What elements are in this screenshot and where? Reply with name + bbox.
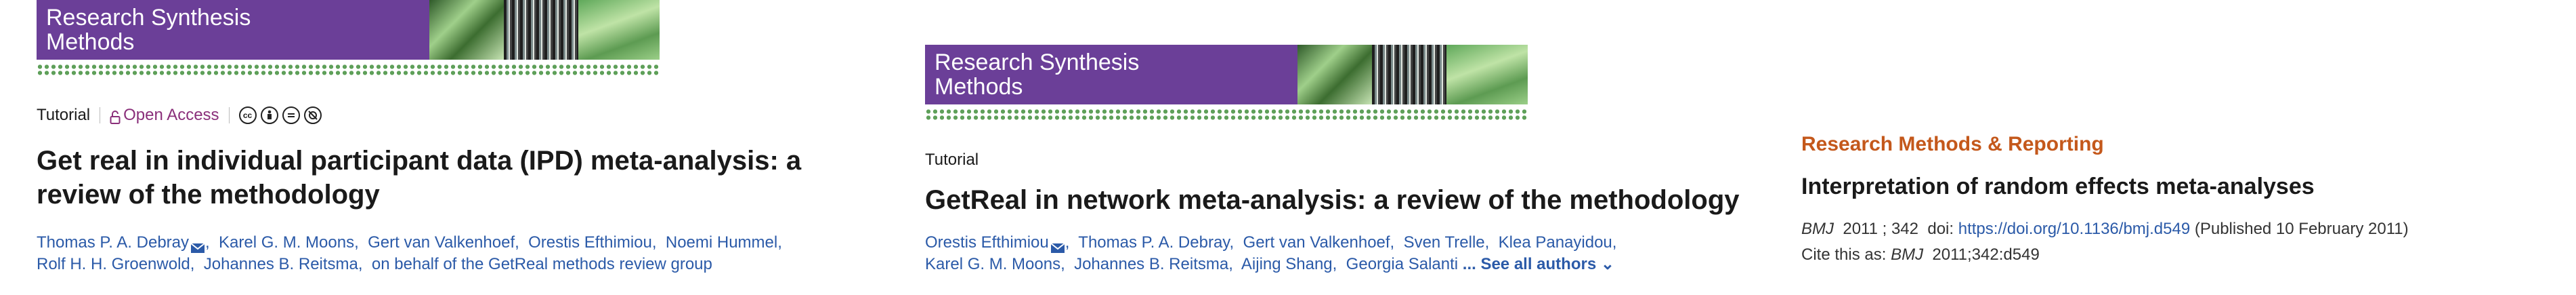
author-link[interactable]: Thomas P. A. Debray, [1078, 233, 1234, 252]
published-date: (Published 10 February 2011) [2194, 220, 2409, 238]
journal-banner[interactable]: Research Synthesis Methods [37, 0, 660, 80]
nc-icon [282, 106, 300, 124]
author-link[interactable]: Karel G. M. Moons, [925, 255, 1065, 273]
author-link[interactable]: Thomas P. A. Debray, [37, 233, 210, 253]
author-link[interactable]: Orestis Efthimiou, [925, 233, 1069, 253]
cite-as-line: Cite this as: BMJ 2011;342:d549 [1801, 242, 2560, 268]
doi-link[interactable]: https://doi.org/10.1136/bmj.d549 [1958, 220, 2190, 238]
author-list: Thomas P. A. Debray, Karel G. M. Moons, … [37, 232, 910, 275]
article-panel-ipd: Research Synthesis Methods Tutorial Open… [37, 0, 910, 275]
journal-banner[interactable]: Research Synthesis Methods [925, 45, 1528, 125]
citation-line: BMJ 2011 ; 342 doi: https://doi.org/10.1… [1801, 216, 2560, 242]
author-link[interactable]: Gert van Valkenhoef, [1243, 233, 1395, 252]
see-all-authors-button[interactable]: ... See all authors ⌄ [1463, 255, 1614, 273]
author-link[interactable]: Sven Trelle, [1404, 233, 1490, 252]
article-type: Tutorial [37, 106, 91, 124]
dot-strip [37, 64, 660, 76]
open-lock-icon [110, 110, 121, 124]
chevron-down-icon: ⌄ [1600, 255, 1614, 273]
article-panel-nma: Research Synthesis Methods Tutorial GetR… [925, 45, 1758, 275]
author-list: Orestis Efthimiou, Thomas P. A. Debray, … [925, 232, 1758, 275]
author-link[interactable]: Klea Panayidou, [1499, 233, 1617, 252]
bmj-article-panel: Research Methods & Reporting Interpretat… [1801, 133, 2560, 268]
cite-reference: 2011;342:d549 [1932, 245, 2040, 264]
author-link[interactable]: Karel G. M. Moons, [219, 233, 359, 252]
author-link[interactable]: Georgia Salanti [1346, 255, 1458, 273]
author-link[interactable]: Rolf H. H. Groenwold, [37, 255, 194, 273]
cite-journal: BMJ [1891, 245, 1924, 264]
license-icons[interactable]: cc [238, 106, 322, 124]
email-icon[interactable] [190, 238, 205, 253]
article-title[interactable]: Get real in individual participant data … [37, 144, 890, 212]
dot-strip [925, 109, 1528, 121]
open-access-badge[interactable]: Open Access [110, 106, 219, 125]
divider [228, 107, 230, 123]
author-link[interactable]: Orestis Efthimiou, [528, 233, 656, 252]
section-label[interactable]: Research Methods & Reporting [1801, 133, 2560, 156]
author-link[interactable]: Gert van Valkenhoef, [368, 233, 519, 252]
author-link[interactable]: Noemi Hummel, [666, 233, 782, 252]
article-meta: Tutorial Open Access cc [37, 106, 910, 125]
email-icon[interactable] [1050, 238, 1065, 253]
author-link[interactable]: Aijing Shang, [1241, 255, 1337, 273]
journal-name: BMJ [1801, 220, 1834, 238]
nd-icon [303, 106, 322, 124]
group-link[interactable]: on behalf of the GetReal methods review … [372, 255, 712, 273]
doi-label: doi: [1927, 220, 1954, 238]
cite-label: Cite this as: [1801, 245, 1887, 264]
author-link[interactable]: Johannes B. Reitsma, [204, 255, 363, 273]
journal-logo-text: Research Synthesis Methods [46, 5, 251, 55]
by-icon [260, 106, 278, 124]
banner-photos [1297, 45, 1528, 104]
journal-logo-text: Research Synthesis Methods [935, 50, 1140, 100]
article-type: Tutorial [925, 151, 979, 169]
volume: 2011 ; 342 [1843, 220, 1918, 238]
cc-icon: cc [238, 106, 257, 124]
author-link[interactable]: Johannes B. Reitsma, [1074, 255, 1233, 273]
banner-photos [429, 0, 660, 60]
article-meta: Tutorial [925, 151, 1758, 170]
article-title[interactable]: GetReal in network meta-analysis: a revi… [925, 183, 1758, 217]
article-title[interactable]: Interpretation of random effects meta-an… [1801, 174, 2560, 200]
